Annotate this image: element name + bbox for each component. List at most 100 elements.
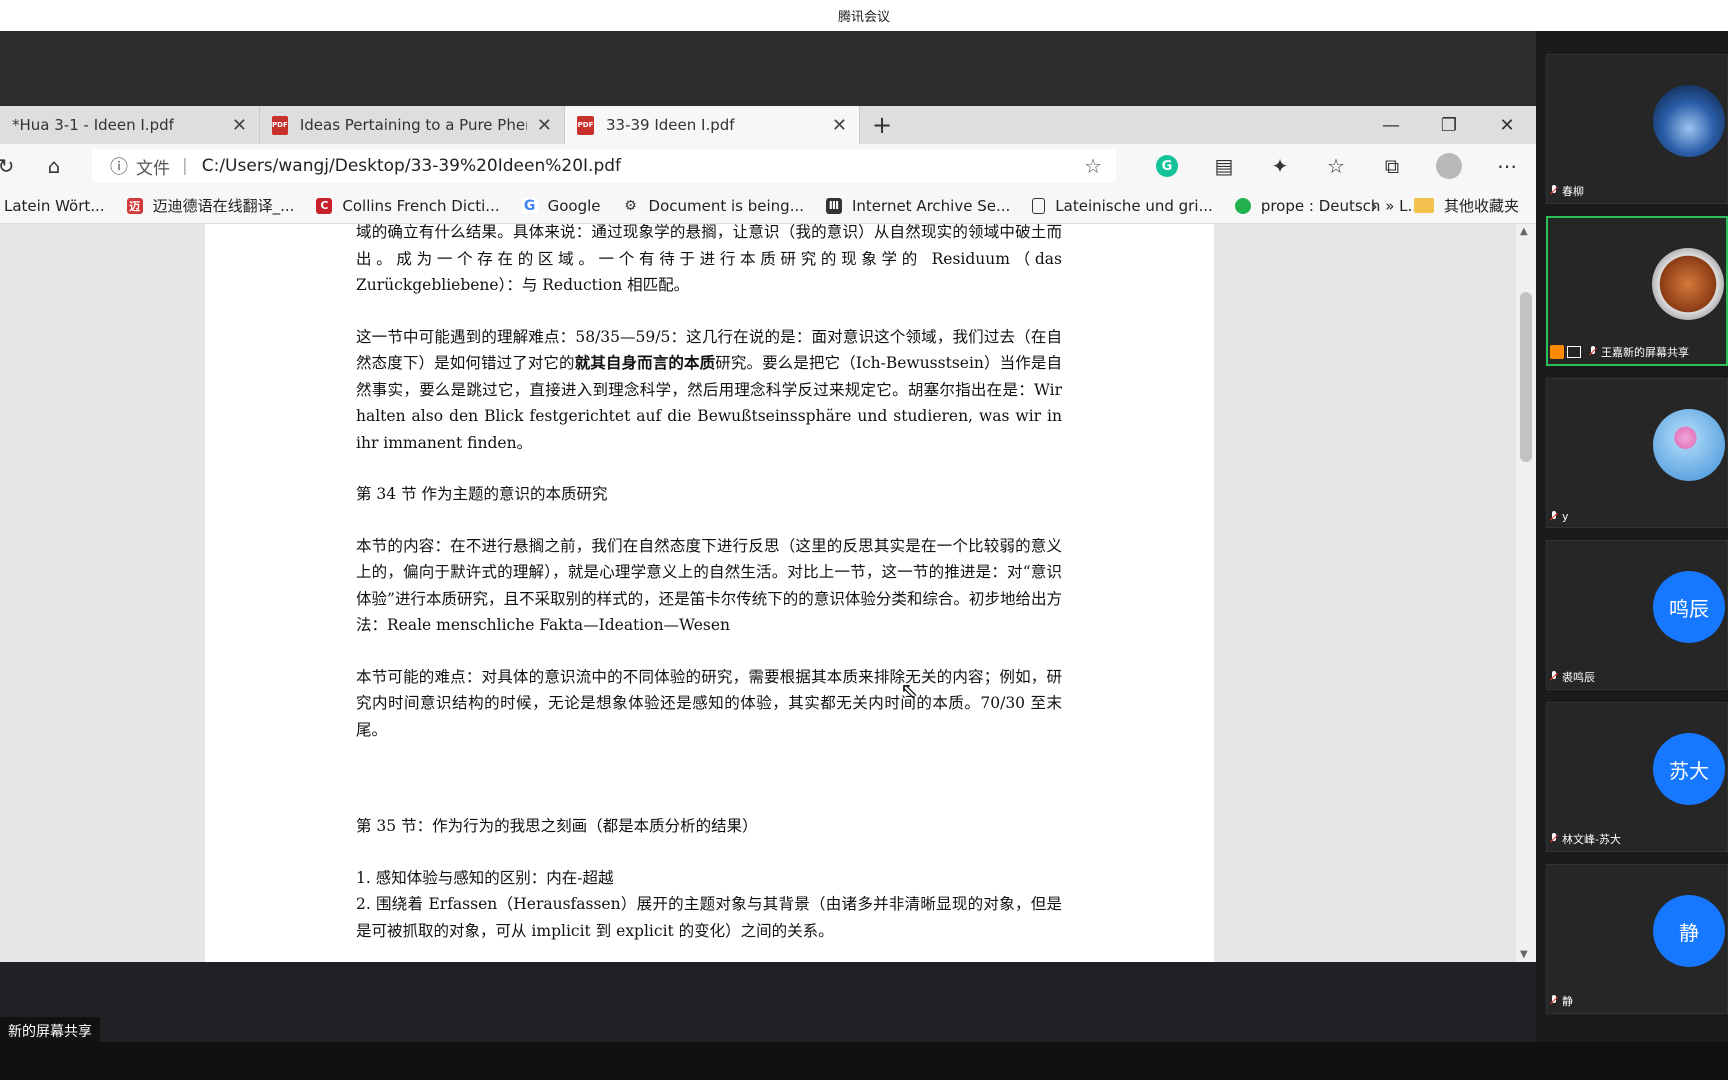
grammarly-icon[interactable]: G	[1138, 148, 1196, 184]
bookmark-google[interactable]: G Google	[521, 197, 601, 215]
favorites-icon[interactable]: ☆	[1308, 148, 1364, 184]
chevron-right-icon[interactable]: ›	[1370, 194, 1378, 218]
collins-icon: C	[316, 197, 333, 214]
pdf-icon: PDF	[577, 115, 594, 135]
toolbar-right-icons: G ▤ ✦ ☆ ⧉ ⋯	[1138, 144, 1536, 188]
other-bookmarks-label: 其他收藏夹	[1444, 197, 1520, 215]
pdf-page-text: 域的确立有什么结果。具体来说：通过现象学的悬搁，让意识（我的意识）从自然现实的领…	[356, 224, 1062, 944]
browser-window: *Hua 3-1 - Ideen I.pdf ✕ PDF Ideas Perta…	[0, 106, 1536, 962]
mouse-cursor-icon: ⇖	[900, 679, 919, 704]
meeting-bottom-bar	[0, 1042, 1728, 1080]
list-item-2: 2. 围绕着 Erfassen（Herausfassen）展开的主题对象与其背景…	[356, 895, 1062, 940]
pdf-icon: PDF	[272, 115, 288, 135]
tab-33-39-ideen[interactable]: PDF 33-39 Ideen I.pdf ✕	[565, 106, 860, 144]
bookmark-label: Collins French Dicti...	[342, 196, 500, 215]
bookmark-collins[interactable]: C Collins French Dicti...	[316, 196, 500, 215]
participant-avatar: 静	[1653, 895, 1725, 967]
bookmark-label: prope : Deutsch » L...	[1260, 196, 1422, 215]
participant-avatar	[1652, 248, 1724, 320]
pdf-viewer[interactable]: 域的确立有什么结果。具体来说：通过现象学的悬搁，让意识（我的意识）从自然现实的领…	[0, 224, 1536, 962]
mic-muted-icon	[1549, 833, 1559, 845]
section-34-heading: 第 34 节 作为主题的意识的本质研究	[356, 485, 608, 503]
mic-muted-icon	[1549, 510, 1559, 523]
address-bar[interactable]: ⓘ 文件 | C:/Users/wangj/Desktop/33-39%20Id…	[92, 149, 1116, 183]
more-icon[interactable]: ⋯	[1478, 148, 1536, 184]
paragraph-difficulty: 这一节中可能遇到的理解难点：58/35—59/5：这几行在说的是：面对意识这个领…	[356, 324, 1062, 457]
favorite-add-icon[interactable]: ☆	[1084, 154, 1102, 178]
tab-hua-3-1[interactable]: *Hua 3-1 - Ideen I.pdf ✕	[0, 106, 260, 144]
close-icon[interactable]: ✕	[822, 115, 847, 136]
app-title: 腾讯会议	[837, 10, 890, 25]
participant-name: 林文峰-苏大	[1562, 833, 1621, 846]
bookmark-label: Internet Archive Se...	[852, 196, 1011, 215]
close-icon[interactable]: ✕	[527, 115, 552, 136]
close-icon[interactable]: ✕	[222, 115, 247, 136]
page-icon	[1032, 197, 1046, 214]
profile-icon[interactable]	[1420, 148, 1478, 184]
bookmark-document[interactable]: ⚙ Document is being...	[623, 197, 804, 215]
restore-button[interactable]: ❐	[1420, 106, 1478, 144]
participant-name: 春柳	[1562, 185, 1584, 198]
tab-label: *Hua 3-1 - Ideen I.pdf	[12, 116, 174, 134]
minimize-button[interactable]: —	[1362, 106, 1420, 144]
participant-name: 静	[1562, 995, 1573, 1008]
pdf-page: 域的确立有什么结果。具体来说：通过现象学的悬搁，让意识（我的意识）从自然现实的领…	[205, 224, 1214, 962]
participant-tile[interactable]: 春柳	[1546, 54, 1728, 204]
meeting-app-title-bar: 腾讯会议	[0, 0, 1728, 31]
participant-tile[interactable]: 鸣辰 裘鸣辰	[1546, 540, 1728, 690]
participant-avatar: 鸣辰	[1653, 571, 1725, 643]
tab-ideas-pertaining[interactable]: PDF Ideas Pertaining to a Pure Pheno ✕	[260, 106, 565, 144]
participant-name-row: 裘鸣辰	[1549, 669, 1595, 685]
tab-label: 33-39 Ideen I.pdf	[606, 116, 735, 134]
shared-screen-area: *Hua 3-1 - Ideen I.pdf ✕ PDF Ideas Perta…	[0, 31, 1536, 1042]
extensions-icon[interactable]: ✦	[1252, 148, 1308, 184]
home-icon[interactable]: ⌂	[34, 148, 74, 184]
window-controls: — ❐ ✕	[1362, 106, 1536, 144]
participant-name-row: 静	[1549, 993, 1573, 1009]
bold-phrase: 就其自身而言的本质	[574, 353, 716, 372]
tab-label: Ideas Pertaining to a Pure Pheno	[299, 116, 527, 134]
new-tab-button[interactable]: +	[860, 106, 904, 144]
participant-tile[interactable]: y	[1546, 378, 1728, 528]
scroll-up-icon[interactable]: ▲	[1520, 226, 1528, 237]
list-item-1: 1. 感知体验与感知的区别：内在-超越	[356, 868, 614, 887]
participant-tile[interactable]: 静 静	[1546, 864, 1728, 1014]
shared-screen-top-margin	[0, 31, 1536, 106]
participant-name-row: y	[1549, 510, 1569, 523]
bookmark-label: Lateinische und gri...	[1055, 196, 1213, 215]
scroll-thumb[interactable]	[1520, 292, 1532, 462]
participant-name-row: 春柳	[1549, 183, 1584, 199]
address-url[interactable]: C:/Users/wangj/Desktop/33-39%20Ideen%20I…	[202, 156, 621, 176]
bookmark-maidi[interactable]: 迈 迈迪德语在线翻译_...	[126, 195, 295, 216]
participant-name: y	[1562, 510, 1569, 523]
participant-tile[interactable]: 苏大 林文峰-苏大	[1546, 702, 1728, 852]
folder-icon	[1414, 198, 1434, 213]
archive-icon: Ⅲ	[826, 197, 842, 214]
collections-icon[interactable]: ⧉	[1364, 148, 1420, 184]
bookmark-lateinische[interactable]: Lateinische und gri...	[1032, 197, 1213, 215]
bookmarks-bar: Latein Wört... 迈 迈迪德语在线翻译_... C Collins …	[0, 188, 1536, 224]
window-close-button[interactable]: ✕	[1478, 106, 1536, 144]
bookmark-label: 迈迪德语在线翻译_...	[152, 197, 295, 215]
refresh-icon[interactable]: ↻	[0, 148, 26, 184]
participant-avatar	[1653, 409, 1725, 481]
participant-name: 王嘉新的屏幕共享	[1601, 346, 1689, 359]
bookmark-latein[interactable]: Latein Wört...	[4, 197, 105, 215]
vertical-scrollbar[interactable]: ▲ ▼	[1516, 224, 1536, 962]
other-bookmarks[interactable]: 其他收藏夹	[1414, 195, 1519, 216]
scroll-down-icon[interactable]: ▼	[1520, 949, 1528, 960]
bookmark-label: Latein Wört...	[4, 196, 105, 215]
mic-muted-icon	[1549, 995, 1559, 1007]
participant-avatar	[1653, 85, 1725, 157]
prope-icon	[1234, 197, 1251, 214]
mic-icon	[1588, 346, 1598, 358]
bookmark-prope[interactable]: prope : Deutsch » L...	[1234, 196, 1422, 215]
loading-icon: ⚙	[624, 197, 637, 214]
reading-icon[interactable]: ▤	[1196, 148, 1252, 184]
file-protocol-label: 文件	[136, 158, 170, 179]
participant-tile-active[interactable]: 王嘉新的屏幕共享	[1546, 216, 1728, 366]
info-icon[interactable]: ⓘ	[110, 153, 128, 179]
bookmark-internet-archive[interactable]: Ⅲ Internet Archive Se...	[826, 197, 1010, 215]
paragraph-section-difficulty: 本节可能的难点：对具体的意识流中的不同体验的研究，需要根据其本质来排除无关的内容…	[356, 667, 1062, 739]
google-icon: G	[521, 197, 538, 214]
